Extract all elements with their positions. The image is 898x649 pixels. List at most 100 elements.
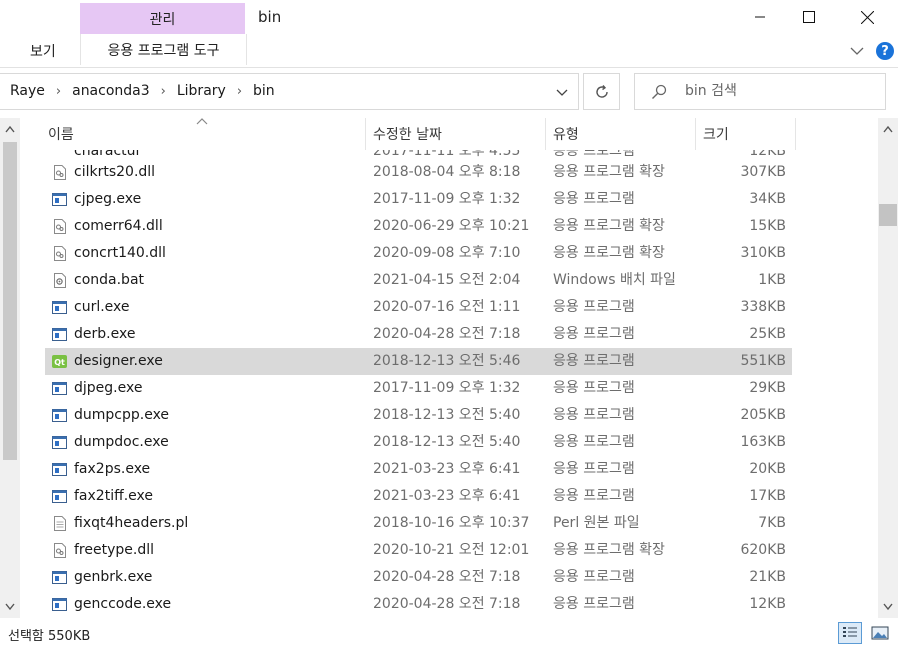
- file-list-scrollbar[interactable]: [878, 118, 898, 618]
- ribbon-tab-manage[interactable]: 관리: [80, 3, 245, 34]
- file-row[interactable]: genccode.exe 2020-04-28 오전 7:18 응용 프로그램 12K…: [45, 591, 792, 618]
- breadcrumb-chevron-icon[interactable]: ›: [56, 84, 61, 99]
- breadcrumb-chevron-icon[interactable]: ›: [237, 84, 242, 99]
- file-type: 응용 프로그램 확장: [553, 542, 665, 558]
- exe-icon: [51, 569, 68, 586]
- scroll-down-icon[interactable]: [878, 598, 898, 616]
- left-pane-scroll-thumb[interactable]: [3, 142, 17, 460]
- column-header-size[interactable]: 크기: [703, 118, 793, 150]
- file-type: 응용 프로그램: [553, 299, 635, 315]
- breadcrumb-item-raye[interactable]: Raye: [10, 83, 45, 99]
- file-name: dumpcpp.exe: [74, 407, 170, 423]
- minimize-button[interactable]: [737, 0, 783, 34]
- left-scroll-down-icon[interactable]: [0, 598, 20, 616]
- file-date: 2020-04-28 오전 7:18: [373, 596, 521, 612]
- column-header-name[interactable]: 이름: [48, 118, 364, 150]
- column-divider[interactable]: [365, 118, 366, 150]
- file-size: 12KB: [749, 596, 786, 612]
- ribbon-tab-view[interactable]: 보기: [30, 41, 56, 61]
- file-row[interactable]: concrt140.dll 2020-09-08 오후 7:10 응용 프로그램 확…: [45, 240, 792, 267]
- breadcrumb-item-bin[interactable]: bin: [253, 83, 275, 99]
- file-type: 응용 프로그램 확장: [553, 245, 665, 261]
- file-type: 응용 프로그램: [553, 596, 635, 612]
- file-type: 응용 프로그램: [553, 353, 635, 369]
- file-name: freetype.dll: [74, 542, 154, 558]
- file-name: cilkrts20.dll: [74, 164, 156, 180]
- refresh-button[interactable]: [583, 73, 620, 110]
- file-size: 15KB: [749, 218, 786, 234]
- file-type: 응용 프로그램: [553, 461, 635, 477]
- file-date: 2020-09-08 오후 7:10: [373, 245, 521, 261]
- file-row[interactable]: dumpdoc.exe 2018-12-13 오전 5:40 응용 프로그램 163K…: [45, 429, 792, 456]
- file-type: 응용 프로그램: [553, 488, 635, 504]
- column-header-type[interactable]: 유형: [553, 118, 693, 150]
- exe-icon: [51, 407, 68, 424]
- breadcrumb-item-library[interactable]: Library: [177, 83, 226, 99]
- large-icons-view-button[interactable]: [868, 622, 892, 644]
- file-date: 2021-03-23 오후 6:41: [373, 488, 521, 504]
- file-row[interactable]: derb.exe 2020-04-28 오전 7:18 응용 프로그램 25KB: [45, 321, 792, 348]
- file-row[interactable]: comerr64.dll 2020-06-29 오후 10:21 응용 프로그램 확…: [45, 213, 792, 240]
- file-size: 551KB: [740, 353, 786, 369]
- column-divider[interactable]: [545, 118, 546, 150]
- file-row[interactable]: cjpeg.exe 2017-11-09 오후 1:32 응용 프로그램 34KB: [45, 186, 792, 213]
- details-view-button[interactable]: [838, 622, 862, 644]
- file-size: 338KB: [740, 299, 786, 315]
- large-icons-view-icon: [871, 626, 889, 640]
- file-date: 2021-03-23 오후 6:41: [373, 461, 521, 477]
- file-size: 1KB: [758, 272, 786, 288]
- column-header-date[interactable]: 수정한 날짜: [373, 118, 543, 150]
- file-row[interactable]: dumpcpp.exe 2018-12-13 오전 5:40 응용 프로그램 205K…: [45, 402, 792, 429]
- file-row[interactable]: Qt designer.exe 2018-12-13 오전 5:46 응용 프로그램 5…: [45, 348, 792, 375]
- maximize-icon: [803, 11, 815, 23]
- file-name: djpeg.exe: [74, 380, 143, 396]
- file-date: 2021-04-15 오전 2:04: [373, 272, 521, 288]
- file-date: 2018-12-13 오전 5:40: [373, 434, 521, 450]
- exe-icon: [51, 326, 68, 343]
- file-date: 2018-08-04 오후 8:18: [373, 164, 521, 180]
- breadcrumb-item-anaconda3[interactable]: anaconda3: [72, 83, 150, 99]
- file-row[interactable]: fax2ps.exe 2021-03-23 오후 6:41 응용 프로그램 20KB: [45, 456, 792, 483]
- dll-icon: [51, 164, 68, 181]
- help-icon[interactable]: ?: [876, 42, 894, 60]
- column-divider[interactable]: [795, 118, 796, 150]
- left-scroll-up-icon[interactable]: [0, 120, 20, 138]
- file-row[interactable]: fixqt4headers.pl 2018-10-16 오후 10:37 Perl …: [45, 510, 792, 537]
- file-date: 2017-11-09 오후 1:32: [373, 380, 521, 396]
- file-row[interactable]: freetype.dll 2020-10-21 오전 12:01 응용 프로그램 확…: [45, 537, 792, 564]
- file-row[interactable]: djpeg.exe 2017-11-09 오후 1:32 응용 프로그램 29KB: [45, 375, 792, 402]
- close-button[interactable]: [844, 0, 890, 34]
- file-row[interactable]: curl.exe 2020-07-16 오전 1:11 응용 프로그램 338KB: [45, 294, 792, 321]
- file-date: 2020-06-29 오후 10:21: [373, 218, 530, 234]
- maximize-button[interactable]: [786, 0, 832, 34]
- file-name: fax2tiff.exe: [74, 488, 154, 504]
- file-size: 20KB: [749, 461, 786, 477]
- file-row[interactable]: conda.bat 2021-04-15 오전 2:04 Windows 배치 파일…: [45, 267, 792, 294]
- column-divider[interactable]: [695, 118, 696, 150]
- file-row[interactable]: cilkrts20.dll 2018-08-04 오후 8:18 응용 프로그램 확…: [45, 159, 792, 186]
- address-history-dropdown-icon[interactable]: [555, 86, 569, 100]
- file-type: Perl 원본 파일: [553, 515, 640, 531]
- file-type: 응용 프로그램: [553, 380, 635, 396]
- exe-icon: [51, 299, 68, 316]
- exe-icon: [51, 380, 68, 397]
- file-size: 21KB: [749, 569, 786, 585]
- file-type: 응용 프로그램: [553, 191, 635, 207]
- ribbon-tab-application-tools[interactable]: 응용 프로그램 도구: [80, 34, 247, 65]
- file-name: cjpeg.exe: [74, 191, 142, 207]
- file-date: 2020-04-28 오전 7:18: [373, 326, 521, 342]
- breadcrumb-chevron-icon[interactable]: ›: [161, 84, 166, 99]
- file-size: 17KB: [749, 488, 786, 504]
- column-header-name-label: 이름: [48, 127, 74, 143]
- file-list-scroll-thumb[interactable]: [879, 204, 897, 226]
- file-name: conda.bat: [74, 272, 145, 288]
- ribbon-expand-chevron-icon[interactable]: [849, 43, 865, 59]
- file-type: 응용 프로그램: [553, 326, 635, 342]
- file-row[interactable]: fax2tiff.exe 2021-03-23 오후 6:41 응용 프로그램 17K…: [45, 483, 792, 510]
- exe-icon: [51, 488, 68, 505]
- status-selection-text: 선택함 550KB: [8, 629, 91, 644]
- file-type: 응용 프로그램 확장: [553, 218, 665, 234]
- search-input[interactable]: [683, 82, 877, 100]
- file-row[interactable]: genbrk.exe 2020-04-28 오전 7:18 응용 프로그램 21KB: [45, 564, 792, 591]
- scroll-up-icon[interactable]: [878, 120, 898, 138]
